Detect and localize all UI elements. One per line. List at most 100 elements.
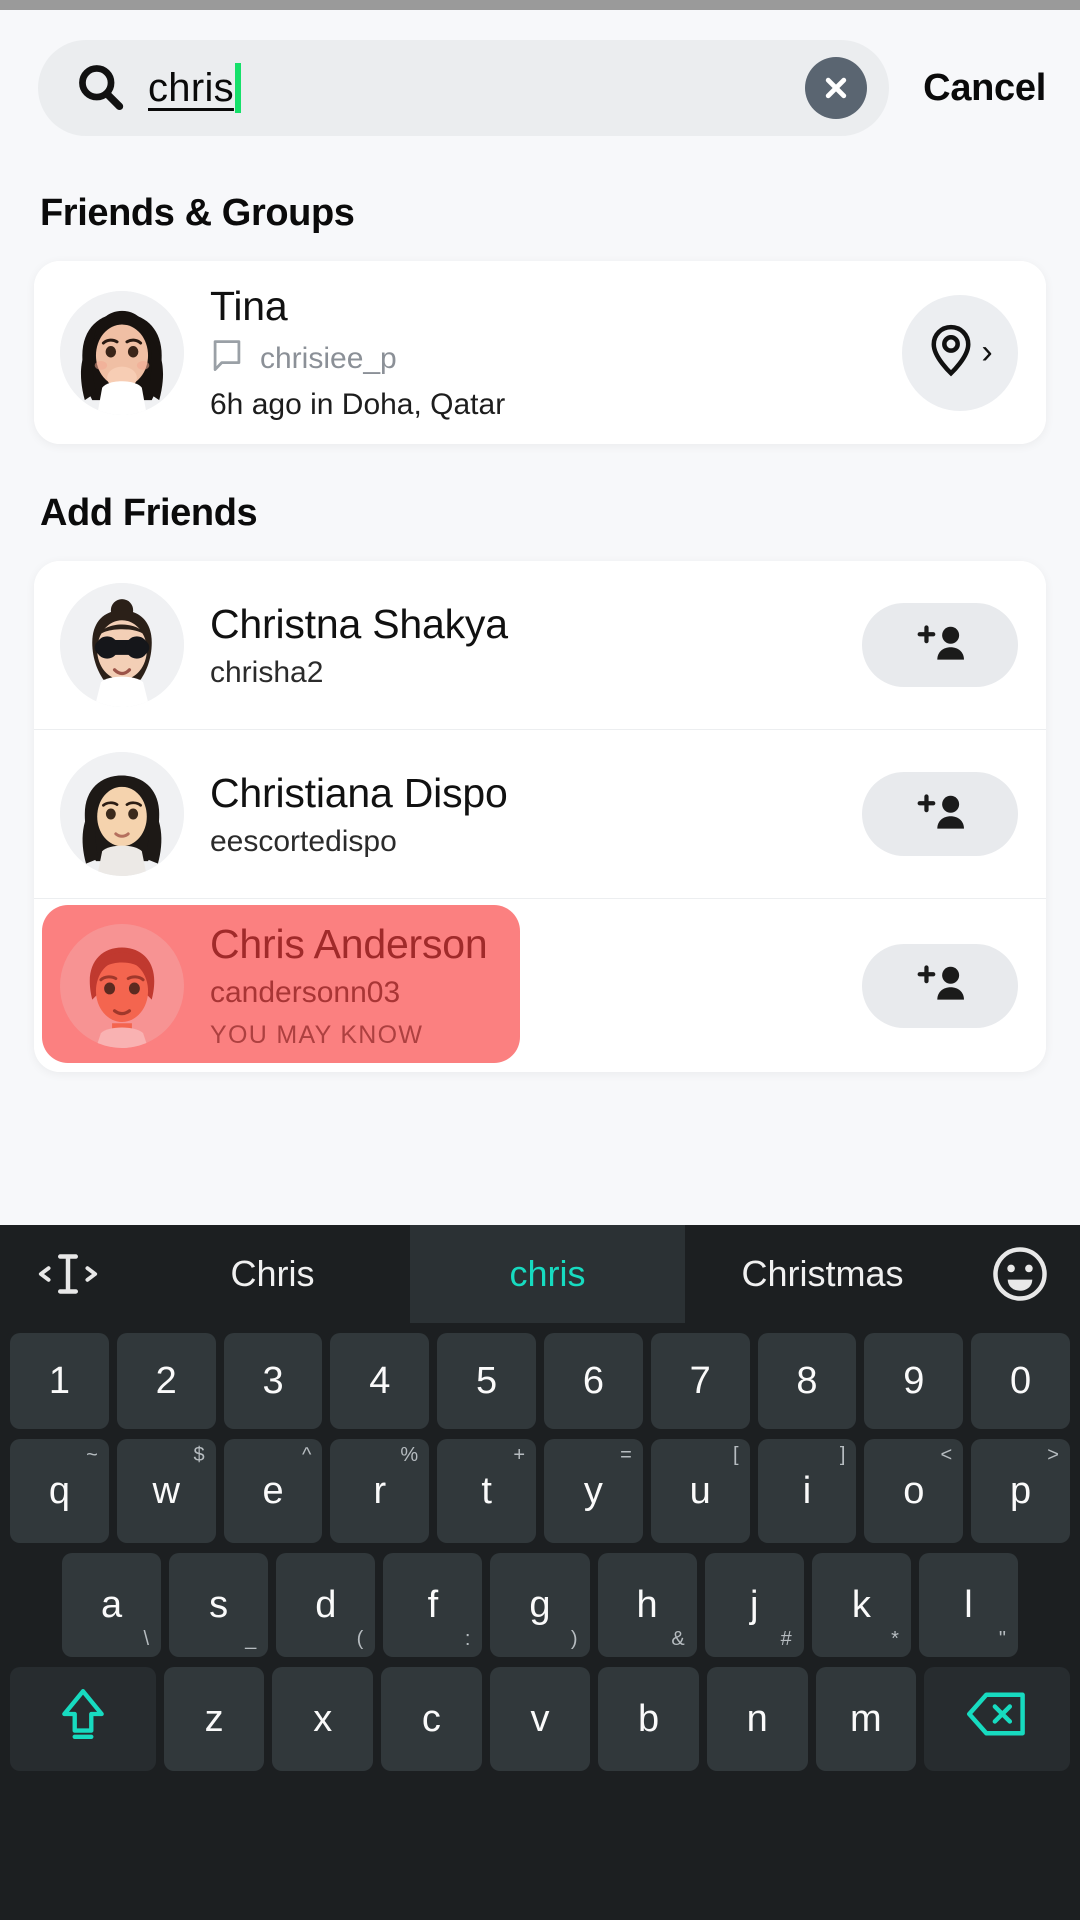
key-z[interactable]: z	[163, 1667, 265, 1771]
add-friend-button[interactable]	[862, 772, 1018, 857]
add-friend-info: Christna Shakya chrisha2	[210, 601, 862, 690]
key-1[interactable]: 1	[10, 1333, 109, 1429]
key-e-alt: ^	[302, 1444, 312, 1466]
section-header-friends-groups: Friends & Groups	[40, 192, 355, 234]
add-friend-username: candersonn03	[210, 976, 401, 1010]
key-v[interactable]: v	[489, 1667, 591, 1771]
key-d-label: d	[315, 1583, 337, 1626]
key-q-label: q	[48, 1469, 70, 1512]
key-y[interactable]: = y	[544, 1439, 643, 1543]
key-a-label: a	[100, 1583, 123, 1626]
friend-row[interactable]: Tina chrisiee_p 6h ago in Doha, Qatar ›	[34, 261, 1046, 445]
key-w-alt: $	[193, 1444, 205, 1466]
key-g-alt: )	[570, 1628, 578, 1650]
key-p-label: p	[1010, 1469, 1032, 1512]
chevron-right-icon: ›	[981, 333, 993, 372]
add-friend-row[interactable]: Christiana Dispo eescortedispo	[34, 729, 1046, 899]
key-q[interactable]: ~ q	[10, 1439, 109, 1543]
key-e[interactable]: ^ e	[223, 1439, 323, 1543]
key-6[interactable]: 6	[544, 1333, 643, 1429]
add-friend-display-name: Christiana Dispo	[210, 769, 508, 816]
backspace-key[interactable]	[924, 1667, 1071, 1771]
key-i[interactable]: ] i	[757, 1439, 857, 1543]
add-friend-row[interactable]: Christna Shakya chrisha2	[34, 561, 1046, 730]
text-caret	[234, 63, 241, 113]
search-bar: chris Cancel	[0, 10, 1080, 136]
key-d[interactable]: (d	[276, 1553, 376, 1657]
key-b[interactable]: b	[598, 1667, 699, 1771]
key-2[interactable]: 2	[116, 1333, 216, 1429]
key-3[interactable]: 3	[223, 1333, 323, 1429]
search-screen: chris Cancel Friends & Groups Tina chris…	[0, 10, 1080, 1225]
shift-arrow-icon	[55, 1685, 111, 1753]
key-u[interactable]: [u	[650, 1439, 750, 1543]
add-friend-button[interactable]	[862, 603, 1018, 688]
key-rows: 1 2 3 4 5 6 7 8 9 0 ~ q $ w ^ e % r + t = y [u…	[0, 1323, 1080, 1771]
search-input[interactable]: chris	[148, 40, 805, 136]
add-friend-button[interactable]	[862, 943, 1018, 1028]
key-9[interactable]: 9	[864, 1333, 964, 1429]
close-icon	[825, 77, 847, 99]
key-f[interactable]: :f	[383, 1553, 483, 1657]
key-c[interactable]: c	[381, 1667, 482, 1771]
shift-key[interactable]	[10, 1667, 156, 1771]
key-a-alt: \	[143, 1628, 150, 1650]
status-bar	[0, 0, 1080, 10]
key-h[interactable]: & h	[597, 1553, 697, 1657]
add-friend-username-row: candersonn03	[210, 976, 862, 1010]
key-0[interactable]: 0	[971, 1333, 1070, 1429]
key-r-alt: %	[400, 1444, 419, 1466]
add-friend-row-selected[interactable]: Chris Anderson candersonn03 YOU MAY KNOW	[34, 898, 1046, 1073]
key-g[interactable]: ) g	[490, 1553, 590, 1657]
avatar	[60, 752, 184, 877]
key-4[interactable]: 4	[330, 1333, 430, 1429]
key-u-alt: [	[733, 1444, 739, 1466]
search-query-text: chris	[148, 66, 234, 110]
key-l[interactable]: " l	[918, 1553, 1018, 1657]
key-h-alt: &	[671, 1628, 685, 1650]
suggestion-chip-active[interactable]: chris	[410, 1225, 685, 1323]
key-t[interactable]: + t	[437, 1439, 536, 1543]
key-g-label: g	[529, 1583, 551, 1626]
key-7[interactable]: 7	[650, 1333, 750, 1429]
key-j[interactable]: # j	[704, 1553, 804, 1657]
key-p[interactable]: > p	[971, 1439, 1070, 1543]
key-a[interactable]: \ a	[62, 1553, 162, 1657]
add-friend-icon	[911, 961, 969, 1010]
suggestion-chip[interactable]: Chris	[135, 1225, 410, 1323]
key-d-alt: (	[356, 1628, 364, 1650]
key-s[interactable]: _ s	[169, 1553, 269, 1657]
key-5[interactable]: 5	[437, 1333, 536, 1429]
cancel-button[interactable]: Cancel	[923, 67, 1046, 110]
friends-groups-card: Tina chrisiee_p 6h ago in Doha, Qatar ›	[34, 261, 1046, 445]
key-k-alt: *	[891, 1628, 899, 1650]
key-r-label: r	[373, 1469, 387, 1512]
emoji-icon[interactable]	[960, 1225, 1080, 1323]
key-k[interactable]: * k	[811, 1553, 911, 1657]
key-m[interactable]: m	[815, 1667, 917, 1771]
key-8[interactable]: 8	[757, 1333, 857, 1429]
friend-username-row: chrisiee_p	[210, 338, 902, 379]
key-o[interactable]: < o	[864, 1439, 964, 1543]
key-j-label: j	[749, 1583, 759, 1626]
key-x[interactable]: x	[272, 1667, 374, 1771]
suggestion-chip[interactable]: Christmas	[685, 1225, 960, 1323]
home-row: \ a _ s (d :f ) g & h # j * k " l	[6, 1553, 1074, 1657]
key-o-label: o	[903, 1469, 925, 1512]
text-cursor-move-icon[interactable]	[0, 1225, 135, 1323]
key-k-label: k	[851, 1583, 871, 1626]
key-r[interactable]: % r	[330, 1439, 430, 1543]
clear-search-button[interactable]	[805, 57, 868, 119]
key-w[interactable]: $ w	[116, 1439, 216, 1543]
key-f-label: f	[427, 1583, 439, 1626]
map-pin-icon	[925, 322, 977, 383]
key-l-label: l	[964, 1583, 973, 1626]
on-screen-keyboard: Chris chris Christmas 1 2 3 4 5 6 7 8 9 …	[0, 1225, 1080, 1920]
screen: chris Cancel Friends & Groups Tina chris…	[0, 0, 1080, 1920]
search-input-container[interactable]: chris	[38, 40, 890, 136]
add-friend-username-row: eescortedispo	[210, 825, 862, 859]
key-f-alt: :	[464, 1628, 471, 1650]
view-on-map-button[interactable]: ›	[902, 294, 1018, 411]
key-n[interactable]: n	[706, 1667, 808, 1771]
add-friends-card: Christna Shakya chrisha2 Christiana Disp…	[34, 561, 1046, 1073]
